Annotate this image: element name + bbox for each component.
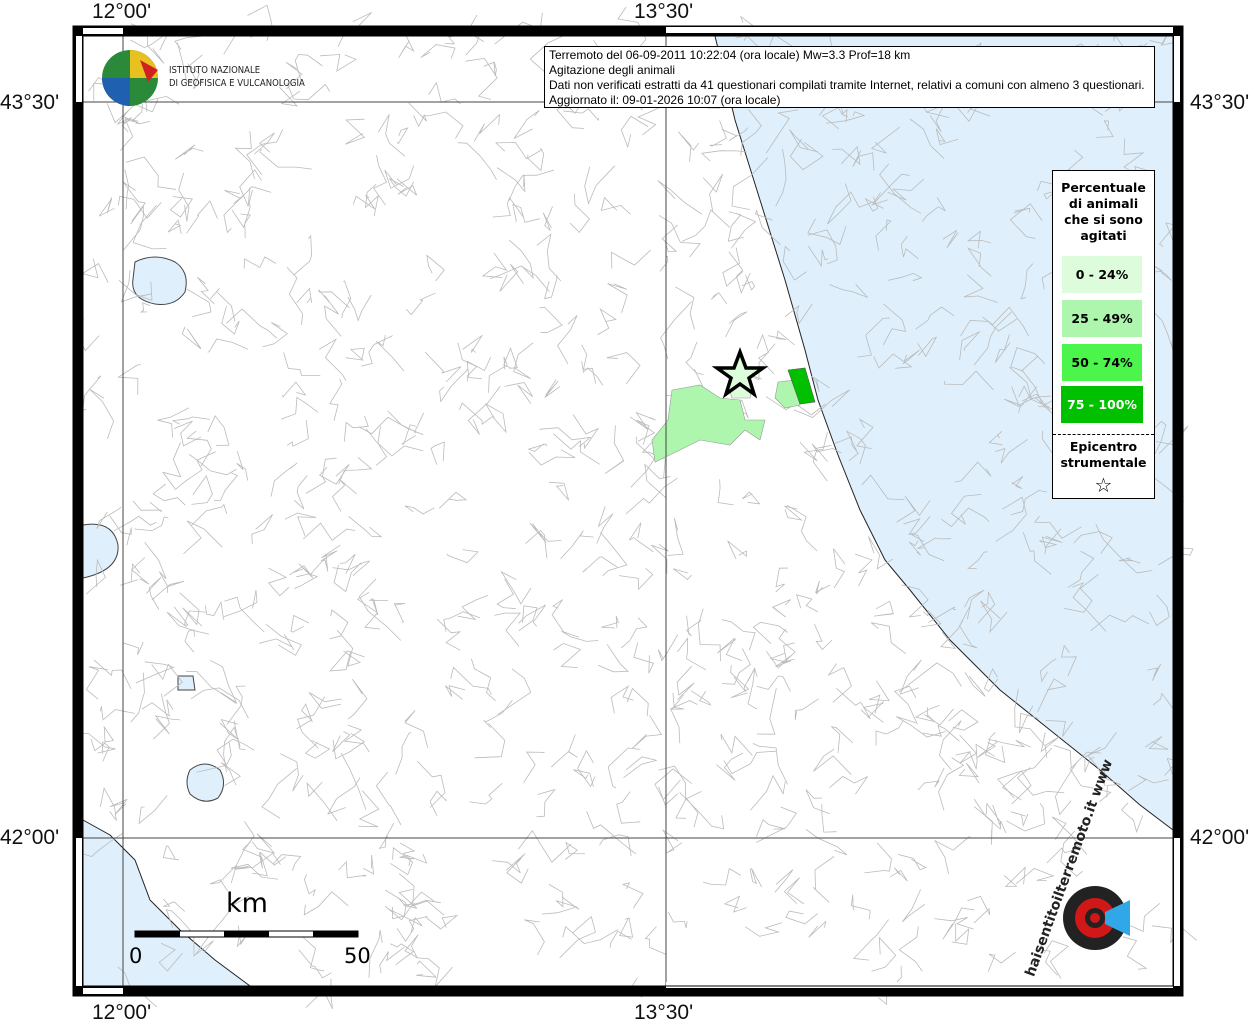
ingv-logo-text: ISTITUTO NAZIONALE DI GEOFISICA E VULCAN… [169, 64, 305, 90]
lon-label-top-left: 12°00' [92, 0, 152, 23]
legend: Percentuale di animali che si sono agita… [1052, 170, 1155, 499]
legend-class-2: 50 - 74% [1062, 344, 1142, 381]
info-line-updated: Aggiornato il: 09-01-2026 10:07 (ora loc… [549, 93, 781, 107]
info-box: Terremoto del 06-09-2011 10:22:04 (ora l… [544, 46, 1155, 108]
legend-class-3: 75 - 100% [1061, 386, 1143, 423]
info-line-source: Dati non verificati estratti da 41 quest… [549, 78, 1145, 92]
lake-trasimeno [132, 256, 187, 305]
lat-label-top-left: 43°30' [0, 91, 60, 114]
lat-label-bottom-left: 42°00' [0, 826, 60, 849]
lat-label-bottom-right: 42°00' [1190, 826, 1250, 849]
scale-unit: km [226, 888, 268, 919]
scale-bar [134, 930, 359, 938]
info-line-event: Terremoto del 06-09-2011 10:22:04 (ora l… [549, 48, 911, 62]
legend-class-0: 0 - 24% [1062, 256, 1142, 293]
lake-bolsena [186, 763, 224, 802]
legend-class-1: 25 - 49% [1062, 300, 1142, 337]
legend-title: Percentuale di animali che si sono agita… [1061, 180, 1146, 243]
lon-label-bottom-right: 13°30' [634, 1001, 694, 1024]
lon-label-top-right: 13°30' [634, 0, 694, 23]
lat-label-top-right: 43°30' [1190, 91, 1250, 114]
legend-epicenter-label: Epicentro strumentale [1060, 439, 1147, 470]
logo-line2: DI GEOFISICA E VULCANOLOGIA [169, 78, 305, 89]
info-line-topic: Agitazione degli animali [549, 63, 676, 77]
logo-line1: ISTITUTO NAZIONALE [169, 65, 261, 76]
ingv-logo-icon [102, 50, 158, 106]
scale-min: 0 [129, 944, 143, 968]
legend-star-icon: ☆ [1094, 473, 1113, 497]
scale-max: 50 [344, 944, 371, 968]
lake-small [177, 675, 196, 691]
lon-label-bottom-left: 12°00' [92, 1001, 152, 1024]
